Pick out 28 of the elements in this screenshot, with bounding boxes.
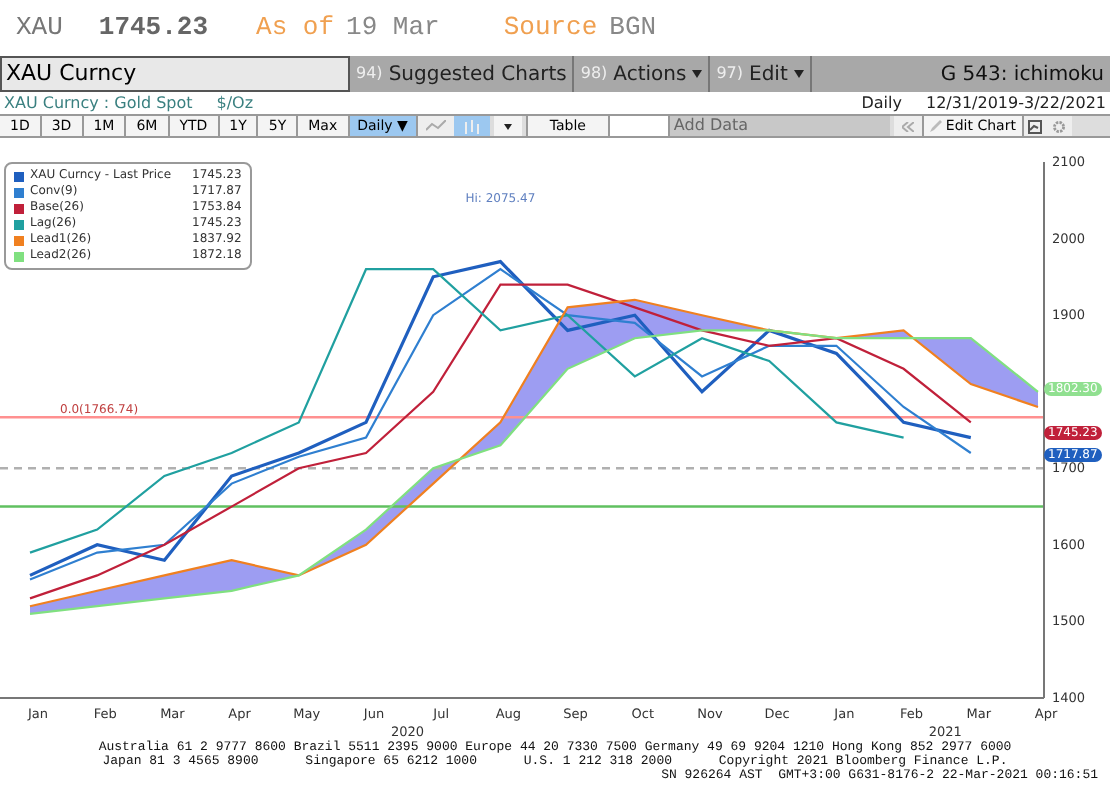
- menu-label: Suggested Charts: [388, 61, 567, 89]
- source-label: Source: [503, 10, 598, 47]
- chart-name: G 543: ichimoku: [938, 61, 1106, 89]
- add-data-field[interactable]: Add Data: [669, 116, 890, 136]
- menu-code: 97): [716, 62, 744, 86]
- pencil-icon: [929, 120, 942, 132]
- as-of-label: As of: [256, 10, 335, 47]
- menu-button[interactable]: 94) Suggested Charts: [350, 56, 575, 92]
- security-field[interactable]: XAU Curncy: [0, 56, 350, 92]
- chart-settings-icon[interactable]: [1023, 116, 1048, 136]
- security-description: XAU Curncy : Gold Spot: [4, 91, 193, 115]
- blank-field[interactable]: [609, 116, 670, 136]
- price: 1745.23: [98, 10, 209, 47]
- menu-code: 94): [356, 62, 383, 86]
- date-range: 12/31/2019-3/22/2021: [925, 91, 1106, 115]
- menu-button[interactable]: 98) Actions: [574, 56, 711, 92]
- back-icon[interactable]: [893, 116, 922, 136]
- source-value: BGN: [609, 10, 657, 47]
- menu-label: Actions: [613, 61, 687, 89]
- menu-button[interactable]: 97) Edit: [710, 56, 812, 92]
- line-chart-icon[interactable]: [417, 116, 454, 136]
- menu-label: Edit: [749, 61, 788, 89]
- as-of-date: 19 Mar: [346, 10, 440, 47]
- ticker: XAU: [16, 10, 63, 47]
- dropdown-caret-icon[interactable]: [493, 116, 522, 136]
- unit-label: $/Oz: [216, 91, 254, 115]
- menu-code: 98): [580, 62, 608, 86]
- period-label: Daily: [861, 91, 902, 115]
